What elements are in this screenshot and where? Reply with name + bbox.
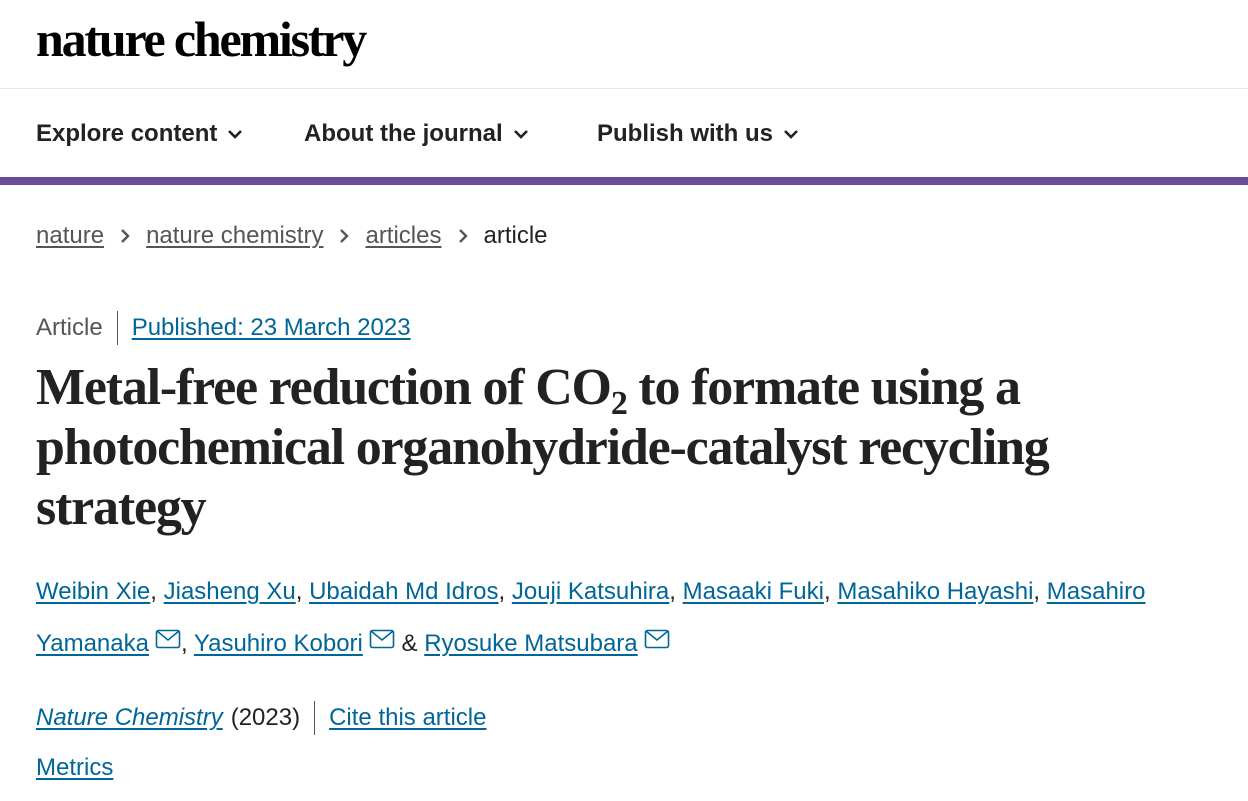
author-link[interactable]: Weibin Xie (36, 578, 150, 605)
publication-year: (2023) (231, 701, 316, 735)
nav-publish-with-us[interactable]: Publish with us (597, 117, 799, 151)
title-part-1: Metal-free reduction of CO (36, 359, 612, 416)
author-link[interactable]: Jouji Katsuhira (512, 578, 669, 605)
cite-article-link[interactable]: Cite this article (329, 704, 486, 732)
author-link[interactable]: Masahiko Hayashi (837, 578, 1033, 605)
envelope-icon[interactable] (644, 629, 670, 649)
chevron-right-icon (120, 228, 130, 244)
nav-explore-content[interactable]: Explore content (36, 117, 243, 151)
breadcrumb: nature nature chemistry articles article (36, 218, 548, 254)
chevron-down-icon (228, 130, 243, 139)
site-header: nature chemistry (0, 0, 1248, 89)
author-link[interactable]: Yasuhiro Kobori (194, 630, 363, 657)
article-meta: Article Published: 23 March 2023 (36, 310, 411, 346)
main-nav: Explore content About the journal Publis… (0, 89, 1248, 177)
breadcrumb-current: article (483, 222, 548, 249)
author-list: Weibin Xie, Jiasheng Xu, Ubaidah Md Idro… (36, 578, 1146, 657)
breadcrumb-nature[interactable]: nature (36, 222, 104, 250)
nav-item-label: Explore content (36, 120, 218, 147)
envelope-icon[interactable] (155, 629, 181, 649)
published-date-link[interactable]: Published: 23 March 2023 (132, 314, 411, 342)
nav-about-journal[interactable]: About the journal (304, 117, 529, 151)
breadcrumb-articles[interactable]: articles (365, 222, 441, 250)
nav-item-label: Publish with us (597, 120, 774, 147)
citation-line: Nature Chemistry (2023) Cite this articl… (36, 700, 486, 736)
envelope-icon[interactable] (369, 629, 395, 649)
breadcrumb-nature-chemistry[interactable]: nature chemistry (146, 222, 323, 250)
author-link[interactable]: Ubaidah Md Idros (309, 578, 498, 605)
accent-bar (0, 177, 1248, 185)
chevron-down-icon (784, 130, 798, 139)
nav-item-label: About the journal (304, 120, 503, 147)
article-type: Article (36, 311, 118, 345)
title-subscript: 2 (610, 385, 628, 422)
chevron-down-icon (513, 130, 528, 139)
chevron-right-icon (458, 228, 468, 244)
site-logo[interactable]: nature chemistry (36, 8, 367, 70)
chevron-right-icon (339, 228, 350, 244)
journal-link[interactable]: Nature Chemistry (36, 704, 223, 732)
metrics-link[interactable]: Metrics (36, 754, 113, 782)
author-link[interactable]: Ryosuke Matsubara (424, 630, 637, 657)
author-link[interactable]: Jiasheng Xu (164, 578, 296, 605)
article-title: Metal-free reduction of CO2 to formate u… (36, 358, 1216, 538)
author-link[interactable]: Masaaki Fuki (683, 578, 824, 605)
